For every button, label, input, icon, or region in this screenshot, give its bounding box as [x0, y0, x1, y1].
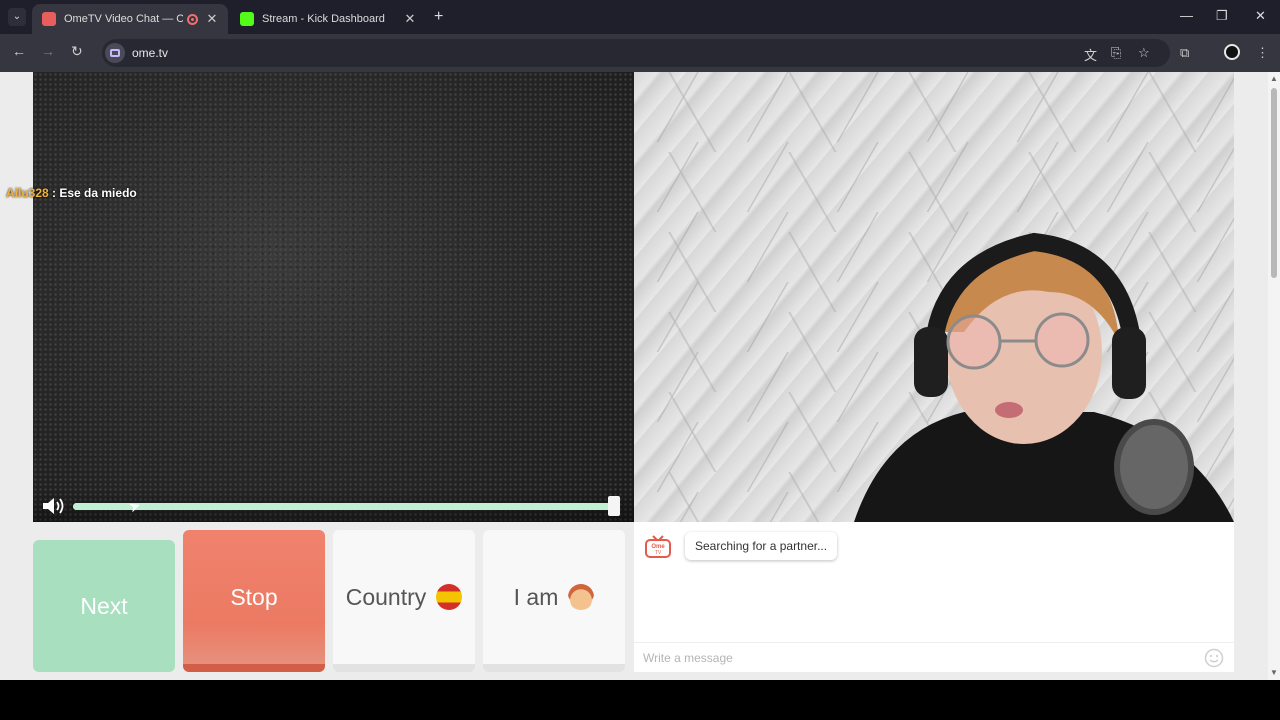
- spain-flag-icon: [436, 584, 463, 610]
- chat-message-text: : Ese da miedo: [52, 186, 137, 200]
- volume-slider[interactable]: [73, 503, 618, 510]
- forward-icon[interactable]: →: [41, 43, 55, 59]
- boy-emoji-icon: [568, 584, 595, 610]
- chat-panel: Ome TV Searching for a partner...: [634, 522, 1234, 672]
- speaker-icon[interactable]: [41, 496, 67, 516]
- kick-favicon-icon: [240, 12, 254, 26]
- close-window-icon[interactable]: ✕: [1255, 8, 1266, 24]
- url-text: ome.tv: [132, 46, 169, 60]
- svg-text:TV: TV: [655, 550, 662, 556]
- chat-username: Ailu328: [6, 186, 49, 200]
- restore-icon[interactable]: ❐: [1216, 8, 1228, 24]
- site-info-icon[interactable]: [105, 43, 125, 63]
- scroll-thumb[interactable]: [1271, 88, 1277, 278]
- stop-label: Stop: [230, 583, 278, 610]
- tab-strip: ⌄ OmeTV Video Chat — Ome ✕ Stream - Kick…: [0, 0, 1280, 34]
- tab-ometv[interactable]: OmeTV Video Chat — Ome ✕: [32, 4, 228, 34]
- volume-slider-fill: [73, 503, 618, 510]
- cast-icon[interactable]: ⎘: [1111, 45, 1121, 61]
- scroll-down-icon[interactable]: ▼: [1270, 668, 1278, 677]
- ometv-logo-icon: Ome TV: [645, 535, 671, 558]
- mouse-cursor-icon: ➤: [126, 496, 143, 516]
- iam-label: I am: [513, 583, 559, 610]
- volume-control: ➤: [33, 490, 634, 522]
- country-label: Country: [345, 583, 427, 610]
- profile-avatar[interactable]: [1224, 44, 1240, 60]
- new-tab-icon[interactable]: +: [434, 8, 443, 26]
- tab-title: OmeTV Video Chat — Ome: [64, 13, 183, 25]
- emoji-picker-icon[interactable]: [1204, 648, 1224, 668]
- scroll-up-icon[interactable]: ▲: [1270, 74, 1278, 83]
- page-scrollbar[interactable]: ▲ ▼: [1268, 72, 1280, 680]
- self-webcam-video: [634, 72, 1234, 522]
- translate-icon[interactable]: 文: [1084, 45, 1097, 64]
- streamer-webcam-image: [854, 232, 1234, 522]
- ometv-favicon-icon: [42, 12, 56, 26]
- video-static: [33, 72, 634, 522]
- status-message: Searching for a partner...: [685, 532, 838, 560]
- recording-icon: [187, 13, 198, 25]
- reload-icon[interactable]: ↻: [71, 43, 83, 60]
- status-text: Searching for a partner...: [695, 539, 828, 553]
- back-icon[interactable]: ←: [12, 43, 26, 59]
- next-button[interactable]: Next: [33, 540, 175, 672]
- close-tab-icon[interactable]: ✕: [206, 11, 218, 27]
- menu-icon[interactable]: ⋮: [1256, 45, 1269, 61]
- bookmark-star-icon[interactable]: ☆: [1138, 45, 1150, 61]
- control-buttons: Next Stop Country I am: [33, 530, 634, 672]
- tab-search-icon[interactable]: ⌄: [8, 8, 26, 26]
- close-tab-icon[interactable]: ✕: [404, 11, 416, 27]
- tab-title: Stream - Kick Dashboard: [262, 13, 385, 25]
- message-input[interactable]: [643, 650, 1183, 665]
- gender-button[interactable]: I am: [483, 530, 625, 672]
- minimize-icon[interactable]: —: [1180, 8, 1193, 23]
- extensions-icon[interactable]: ⧉: [1180, 45, 1189, 61]
- tab-kick[interactable]: Stream - Kick Dashboard ✕: [230, 4, 426, 34]
- toolbar: ← → ↻ ome.tv 文 ⎘ ☆ ⧉ ⋮: [0, 34, 1280, 72]
- stop-button[interactable]: Stop: [183, 530, 325, 672]
- country-button[interactable]: Country: [333, 530, 475, 672]
- partner-video: ➤: [33, 72, 634, 522]
- address-bar[interactable]: ome.tv: [102, 39, 1170, 67]
- volume-slider-handle[interactable]: [608, 496, 620, 516]
- browser-window: ⌄ OmeTV Video Chat — Ome ✕ Stream - Kick…: [0, 0, 1280, 680]
- message-composer: [634, 642, 1234, 672]
- next-label: Next: [80, 592, 128, 619]
- chat-overlay-message: Ailu328 : Ese da miedo: [6, 186, 137, 200]
- page-content: ➤ Ailu328 : Ese da miedo Next Stop Count…: [0, 72, 1268, 680]
